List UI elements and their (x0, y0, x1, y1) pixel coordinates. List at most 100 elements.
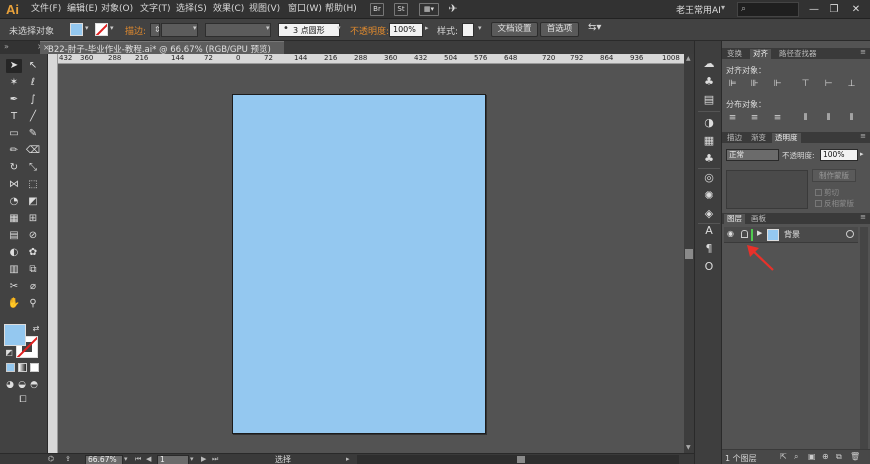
collapse-icon[interactable]: » (4, 42, 9, 51)
paragraph-icon[interactable]: ¶ (701, 241, 717, 257)
line-tool-icon[interactable]: ╱ (25, 110, 41, 124)
tab-pathfinder[interactable]: 路径查找器 (776, 49, 820, 59)
horizontal-align-right-icon[interactable]: ⊩ (772, 79, 783, 89)
color-mode-icon[interactable] (6, 363, 15, 372)
symbol-sprayer-tool-icon[interactable]: ✿ (25, 246, 41, 260)
horizontal-align-left-icon[interactable]: ⊫ (727, 79, 738, 89)
scroll-down-icon[interactable]: ▼ (686, 444, 691, 451)
shape-builder-tool-icon[interactable]: ◔ (6, 195, 22, 209)
search-input[interactable]: ⌕ (737, 2, 799, 17)
magic-wand-tool-icon[interactable]: ✶ (6, 76, 22, 90)
menu-effect[interactable]: 效果(C) (213, 3, 244, 16)
rectangle-tool-icon[interactable]: ▭ (6, 127, 22, 141)
vertical-distribute-top-icon[interactable]: ≡ (727, 113, 738, 123)
menu-view[interactable]: 视图(V) (249, 3, 280, 16)
eraser-slice-tool-icon[interactable]: ⌀ (25, 280, 41, 294)
chevron-down-icon[interactable]: ▾ (190, 455, 194, 464)
previous-artboard-icon[interactable]: ◀ (146, 455, 151, 464)
scale-tool-icon[interactable]: ⤡ (25, 161, 41, 175)
draw-behind-icon[interactable]: ◒ (16, 378, 28, 392)
graphic-style-swatch[interactable] (462, 23, 474, 37)
eraser-tool-icon[interactable]: ⌫ (25, 144, 41, 158)
layer-target-icon[interactable] (846, 230, 854, 238)
panel-menu-icon[interactable]: ≡ (860, 48, 866, 56)
menu-window[interactable]: 窗口(W) (288, 3, 322, 16)
horizontal-distribute-left-icon[interactable]: ⫴ (800, 113, 811, 123)
collect-export-icon[interactable]: ⇱ (780, 452, 787, 461)
opentype-icon[interactable]: O (701, 259, 717, 275)
draw-inside-icon[interactable]: ◓ (28, 378, 40, 392)
blend-tool-icon[interactable]: ◐ (6, 246, 22, 260)
tab-layers[interactable]: 图层 (724, 214, 745, 224)
vertical-align-center-icon[interactable]: ⊢ (823, 79, 834, 89)
properties-icon[interactable]: ▤ (701, 92, 717, 108)
stroke-label[interactable]: 描边: (125, 24, 146, 37)
screen-mode-icon[interactable]: ⧠ (14, 393, 32, 407)
zoom-field[interactable]: 66.67% (85, 455, 123, 464)
tab-stroke[interactable]: 描边 (724, 133, 745, 143)
pencil-tool-icon[interactable]: ✏ (6, 144, 22, 158)
locate-object-icon[interactable]: ⌕ (794, 452, 798, 462)
tab-align[interactable]: 对齐 (750, 49, 771, 59)
chevron-down-icon[interactable]: ▾ (124, 455, 128, 464)
hand-tool-icon[interactable]: ✋ (6, 297, 22, 311)
maximize-button[interactable]: ❐ (825, 2, 843, 17)
tab-transparency[interactable]: 透明度 (772, 133, 801, 143)
stroke-stepper[interactable]: ⇕ (150, 23, 161, 37)
color-icon[interactable]: ◑ (701, 115, 717, 131)
make-mask-button[interactable]: 制作蒙版 (812, 169, 856, 182)
bridge-icon[interactable]: Br (370, 3, 384, 16)
chevron-down-icon[interactable]: ▾ (337, 24, 341, 32)
horizontal-distribute-right-icon[interactable]: ⫴ (846, 113, 857, 123)
live-paint-tool-icon[interactable]: ◩ (25, 195, 41, 209)
type-tool-icon[interactable]: T (6, 110, 22, 124)
libraries-icon[interactable]: ☁ (701, 56, 717, 72)
fill-color-swatch[interactable] (4, 324, 26, 346)
chevron-right-icon[interactable]: ▸ (425, 24, 429, 32)
opacity-field[interactable]: 100% (389, 23, 423, 37)
swap-fill-stroke-icon[interactable]: ⇄ (30, 322, 42, 336)
panel-menu-icon[interactable]: ≡ (860, 213, 866, 221)
menu-type[interactable]: 文字(T) (140, 3, 171, 16)
layer-row[interactable]: ◉ ▶ 背景 (724, 227, 858, 243)
new-layer-icon[interactable]: ⧉ (836, 452, 842, 462)
menu-help[interactable]: 帮助(H) (325, 3, 357, 16)
graphic-styles-icon[interactable]: ✺ (701, 188, 717, 204)
horizontal-distribute-center-icon[interactable]: ⫴ (823, 113, 834, 123)
horizontal-ruler[interactable]: 432 360 288 216 144 72 0 72 144 216 288 … (58, 54, 684, 64)
chevron-down-icon[interactable]: ▾ (721, 3, 725, 12)
brushes-icon[interactable]: ♣ (701, 151, 717, 167)
close-button[interactable]: ✕ (847, 2, 865, 17)
default-colors-icon[interactable]: ◩ (3, 346, 15, 360)
panel-menu-icon[interactable]: ≡ (860, 132, 866, 140)
symbols-icon[interactable]: ♣ (701, 74, 717, 90)
eyedropper-tool-icon[interactable]: ⊘ (25, 229, 41, 243)
chevron-down-icon[interactable]: ▾ (266, 24, 270, 32)
vertical-scrollbar[interactable]: ▲ ▼ (684, 54, 694, 453)
vertical-align-bottom-icon[interactable]: ⊥ (846, 79, 857, 89)
blend-mode-select[interactable]: 正常 (726, 149, 779, 161)
direct-selection-tool-icon[interactable]: ↖ (25, 59, 41, 73)
vertical-distribute-center-icon[interactable]: ≡ (749, 113, 760, 123)
expand-arrow-icon[interactable]: ▶ (757, 229, 762, 237)
scroll-up-icon[interactable]: ▲ (686, 55, 691, 62)
menu-edit[interactable]: 编辑(E) (67, 3, 98, 16)
artboard-number-field[interactable]: 1 (157, 455, 189, 464)
transparency-opacity-field[interactable]: 100% (820, 149, 858, 161)
arrange-icon[interactable]: ⇆▾ (588, 22, 601, 33)
last-artboard-icon[interactable]: ⏭ (212, 455, 218, 464)
first-artboard-icon[interactable]: ⏮ (135, 455, 141, 464)
menu-file[interactable]: 文件(F) (31, 3, 61, 16)
workspace-switcher[interactable]: 老王常用AI (676, 3, 721, 16)
vertical-distribute-bottom-icon[interactable]: ≡ (772, 113, 783, 123)
gradient-mode-icon[interactable] (18, 363, 27, 372)
chevron-down-icon[interactable]: ▾ (85, 24, 89, 32)
stroke-swatch[interactable] (95, 23, 108, 36)
vertical-ruler[interactable] (48, 54, 58, 453)
brush-definition-field[interactable]: 3 点圆形 (278, 23, 340, 37)
tab-artboards[interactable]: 画板 (748, 214, 769, 224)
chevron-down-icon[interactable]: ▾ (110, 24, 114, 32)
selection-tool-icon[interactable]: ➤ (6, 59, 22, 73)
column-graph-tool-icon[interactable]: ▥ (6, 263, 22, 277)
status-icon[interactable]: ⌬ (48, 455, 54, 464)
